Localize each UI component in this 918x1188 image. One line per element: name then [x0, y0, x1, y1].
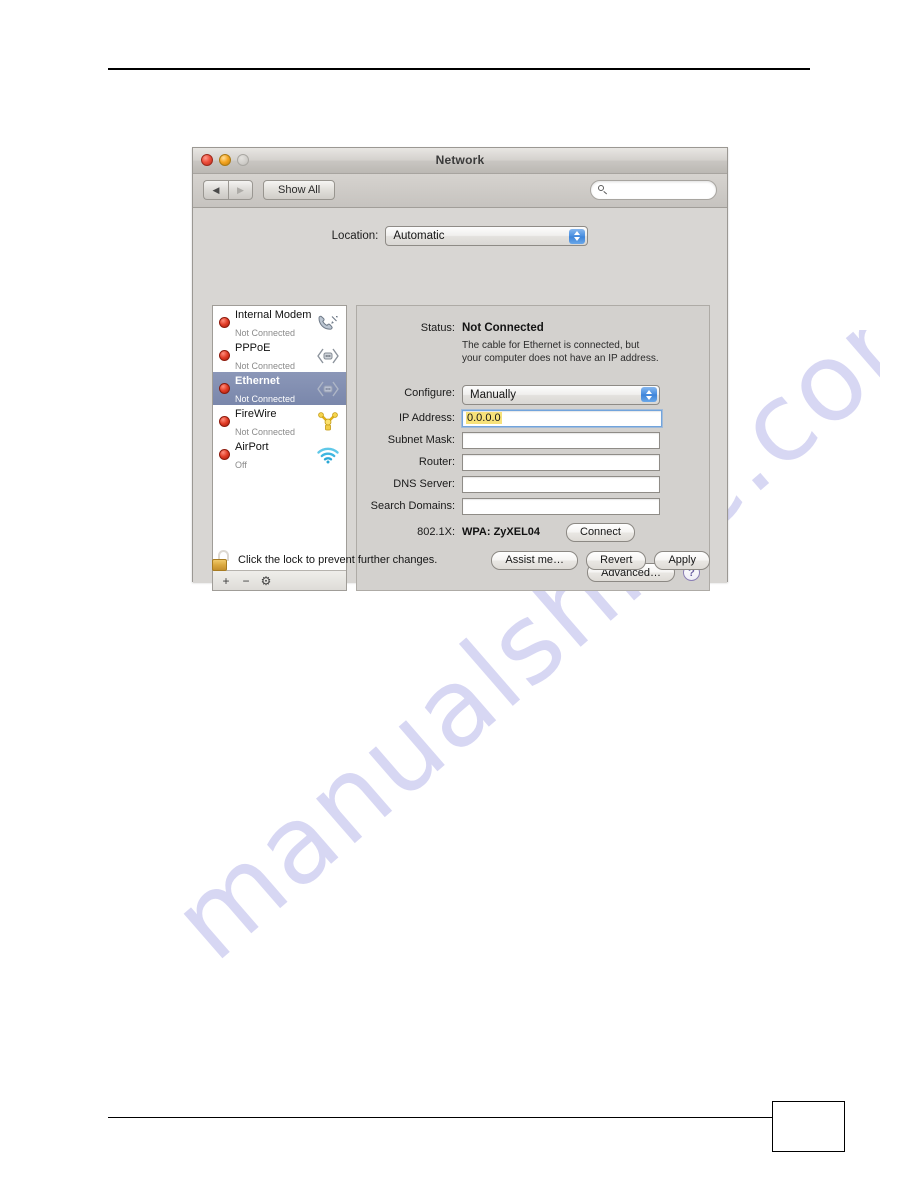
- service-name: PPPoE: [235, 342, 271, 355]
- apply-button[interactable]: Apply: [654, 550, 710, 570]
- router-row: Router:: [357, 453, 709, 471]
- network-services-list: Internal Modem Not Connected PPPoE Not C…: [213, 306, 346, 570]
- service-state: Not Connected: [235, 426, 296, 437]
- airport-wifi-icon: [315, 444, 341, 466]
- services-list-footer: + − ⚙: [213, 570, 346, 590]
- ip-address-row: IP Address: 0.0.0.0: [357, 408, 709, 428]
- zoom-button[interactable]: [237, 154, 249, 166]
- status-dot-icon: [219, 317, 230, 328]
- chevron-updown-icon: [569, 228, 586, 244]
- show-all-button[interactable]: Show All: [263, 180, 336, 200]
- dns-server-label: DNS Server:: [393, 477, 455, 490]
- ethernet-arrows-icon: [315, 378, 341, 400]
- subnet-mask-label: Subnet Mask:: [387, 433, 455, 446]
- assist-me-button[interactable]: Assist me…: [491, 550, 579, 570]
- search-domains-row: Search Domains:: [357, 497, 709, 515]
- window-bottom-bar: Click the lock to prevent further change…: [212, 547, 710, 573]
- service-item-airport[interactable]: AirPort Off: [213, 438, 346, 471]
- status-dot-icon: [219, 449, 230, 460]
- configure-label: Configure:: [404, 386, 455, 399]
- subnet-mask-row: Subnet Mask:: [357, 431, 709, 449]
- service-name: Internal Modem: [235, 309, 312, 322]
- window-title: Network: [435, 153, 485, 167]
- service-state: Not Connected: [235, 393, 296, 404]
- back-button[interactable]: ◀: [203, 180, 228, 200]
- status-description-line1: The cable for Ethernet is connected, but: [462, 340, 640, 351]
- page-footer-rule: [108, 1117, 776, 1118]
- ip-address-input[interactable]: 0.0.0.0: [461, 408, 663, 428]
- status-row: Status: Not Connected The cable for Ethe…: [357, 306, 709, 366]
- service-item-ethernet[interactable]: Ethernet Not Connected: [213, 372, 346, 405]
- service-item-firewire[interactable]: FireWire Not Connected: [213, 405, 346, 438]
- location-label: Location:: [331, 230, 379, 242]
- status-dot-icon: [219, 383, 230, 394]
- status-dot-icon: [219, 350, 230, 361]
- revert-button[interactable]: Revert: [586, 550, 647, 570]
- router-label: Router:: [418, 455, 455, 468]
- page-header-rule: [108, 68, 810, 70]
- page-number-box: [772, 1101, 845, 1152]
- service-name: FireWire: [235, 408, 277, 421]
- dot1x-row: 802.1X: WPA: ZyXEL04 Connect: [357, 522, 709, 542]
- location-row: Location: Automatic: [193, 226, 727, 246]
- service-item-pppoe[interactable]: PPPoE Not Connected: [213, 339, 346, 372]
- close-button[interactable]: [201, 154, 213, 166]
- add-service-button[interactable]: +: [217, 573, 235, 588]
- status-dot-icon: [219, 416, 230, 427]
- service-item-internal-modem[interactable]: Internal Modem Not Connected: [213, 306, 346, 339]
- search-input[interactable]: [609, 183, 715, 197]
- dns-server-row: DNS Server:: [357, 475, 709, 493]
- search-icon: [598, 184, 609, 196]
- lock-message: Click the lock to prevent further change…: [238, 554, 438, 566]
- subnet-mask-input[interactable]: [462, 431, 660, 449]
- connect-button[interactable]: Connect: [566, 522, 635, 542]
- service-state: Not Connected: [235, 327, 296, 338]
- search-domains-label: Search Domains:: [370, 499, 455, 512]
- modem-phone-icon: [315, 312, 341, 334]
- search-domains-input[interactable]: [462, 497, 660, 515]
- router-input[interactable]: [462, 453, 660, 471]
- location-dropdown[interactable]: Automatic: [385, 226, 589, 246]
- gear-icon[interactable]: ⚙: [257, 573, 275, 588]
- minimize-button[interactable]: [219, 154, 231, 166]
- ip-address-value: 0.0.0.0: [466, 412, 502, 425]
- status-description-line2: your computer does not have an IP addres…: [462, 352, 659, 364]
- network-preferences-window: Network ◀ ▶ Show All Location: Automatic: [192, 147, 728, 591]
- window-titlebar: Network: [193, 148, 727, 174]
- configure-value: Manually: [470, 388, 517, 401]
- ip-address-label: IP Address:: [398, 411, 455, 424]
- traffic-light-group: [201, 154, 249, 166]
- remove-service-button[interactable]: −: [237, 573, 255, 588]
- pppoe-arrows-icon: [315, 345, 341, 367]
- status-label: Status:: [420, 322, 455, 334]
- navigation-button-group: ◀ ▶: [203, 180, 253, 200]
- open-padlock-icon[interactable]: [212, 549, 231, 571]
- window-body: Location: Automatic Internal Modem Not C…: [193, 208, 727, 591]
- configure-dropdown[interactable]: Manually: [462, 384, 660, 405]
- search-field[interactable]: [590, 180, 717, 200]
- forward-button[interactable]: ▶: [228, 180, 253, 200]
- service-state: Not Connected: [235, 360, 296, 371]
- configure-row: Configure: Manually: [357, 384, 709, 405]
- status-value: Not Connected: [462, 322, 544, 334]
- window-toolbar: ◀ ▶ Show All: [193, 174, 727, 208]
- service-state: Off: [235, 459, 247, 470]
- bottom-button-group: Assist me… Revert Apply: [491, 550, 710, 570]
- dns-server-input[interactable]: [462, 475, 660, 493]
- firewire-icon: [315, 411, 341, 433]
- service-name: AirPort: [235, 441, 269, 454]
- dot1x-label: 802.1X:: [417, 525, 455, 538]
- chevron-updown-icon: [641, 387, 657, 403]
- service-name: Ethernet: [235, 375, 280, 388]
- dot1x-value: WPA: ZyXEL04: [462, 526, 541, 539]
- location-value: Automatic: [393, 230, 445, 242]
